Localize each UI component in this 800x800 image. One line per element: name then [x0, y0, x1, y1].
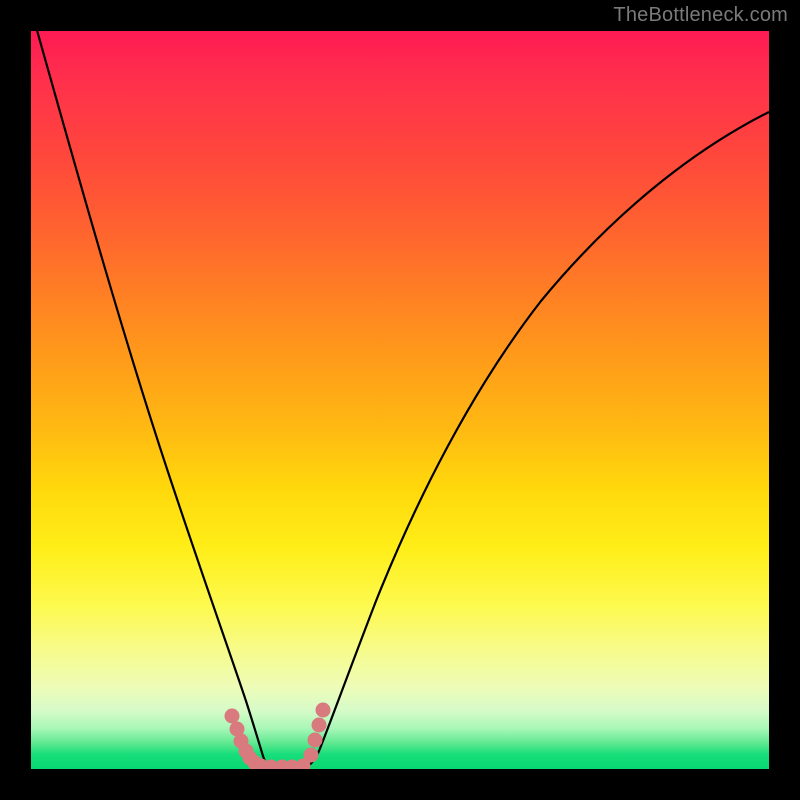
chart-frame: TheBottleneck.com — [0, 0, 800, 800]
bottleneck-curve-path — [31, 31, 769, 769]
plot-area — [31, 31, 769, 769]
watermark-text: TheBottleneck.com — [613, 4, 788, 27]
curve-layer — [31, 31, 769, 769]
min-region-dots — [225, 703, 330, 769]
